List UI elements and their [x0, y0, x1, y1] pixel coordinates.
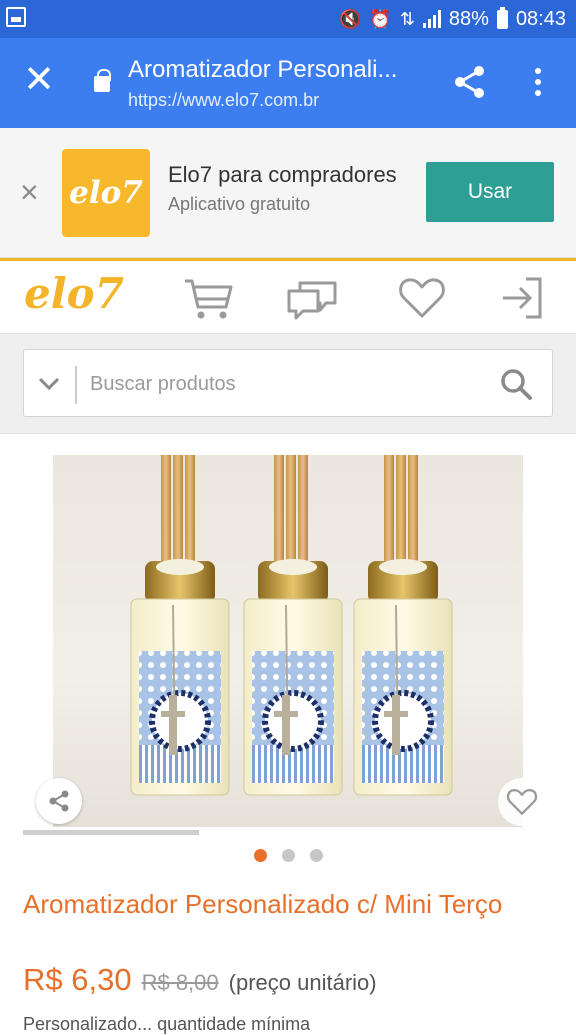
old-price: R$ 8,00 [141, 970, 219, 995]
price-row: R$ 6,30 R$ 8,00 (preço unitário) [23, 962, 377, 998]
messages-icon[interactable] [286, 275, 338, 321]
search-area [0, 334, 576, 434]
browser-toolbar: ✕ Aromatizador Personali... https://www.… [0, 38, 576, 128]
app-subtitle: Aplicativo gratuito [168, 194, 311, 214]
close-tab-button[interactable]: ✕ [22, 61, 56, 99]
heart-icon [506, 789, 538, 815]
favorites-heart-icon[interactable] [396, 275, 448, 321]
alarm-icon: ⏰ [369, 8, 392, 29]
signal-icon [422, 10, 441, 28]
battery-icon [496, 6, 508, 29]
product-title: Aromatizador Personalizado c/ Mini Terço [23, 889, 503, 919]
search-box [23, 349, 553, 417]
clock: 08:43 [515, 7, 566, 30]
image-pager [254, 849, 323, 862]
product-note: Personalizado... quantidade mínima [23, 1014, 311, 1034]
image-scroll-indicator [23, 830, 199, 835]
data-transfer-icon: ⇅ [399, 8, 415, 29]
gallery-notification-icon [6, 7, 26, 27]
favorite-product-button[interactable] [498, 778, 546, 826]
search-divider [75, 366, 77, 404]
lock-icon [94, 69, 111, 92]
chevron-down-icon[interactable] [36, 370, 62, 396]
share-icon[interactable] [452, 64, 488, 100]
more-options-icon[interactable] [530, 64, 546, 100]
unit-price-note: (preço unitário) [228, 970, 377, 995]
search-icon[interactable] [498, 366, 534, 402]
mute-icon: 🔇 [338, 8, 362, 29]
app-install-banner: × elo7 Elo7 para compradores Aplicativo … [0, 128, 576, 258]
share-icon [49, 790, 69, 812]
page-url: https://www.elo7.com.br [128, 90, 320, 110]
pager-dot-2[interactable] [282, 849, 295, 862]
product-photo [130, 455, 453, 796]
site-logo[interactable]: elo7 [24, 269, 124, 318]
login-icon[interactable] [498, 275, 550, 321]
battery-percent: 88% [448, 7, 489, 30]
search-input[interactable] [90, 364, 470, 404]
app-name: Elo7 para compradores [168, 162, 397, 187]
current-price: R$ 6,30 [23, 962, 132, 997]
site-header: elo7 [0, 258, 576, 334]
status-icons: 🔇 ⏰ ⇅ 88% 08:43 [339, 0, 566, 38]
page-title: Aromatizador Personali... [128, 56, 398, 83]
dismiss-banner-button[interactable]: × [20, 176, 39, 208]
share-product-button[interactable] [36, 778, 82, 824]
product-image[interactable] [53, 455, 523, 827]
pager-dot-3[interactable] [310, 849, 323, 862]
use-app-button[interactable]: Usar [426, 162, 554, 222]
cart-icon[interactable] [182, 275, 234, 321]
app-logo: elo7 [62, 149, 150, 237]
pager-dot-1[interactable] [254, 849, 267, 862]
status-bar: 🔇 ⏰ ⇅ 88% 08:43 [0, 0, 576, 38]
